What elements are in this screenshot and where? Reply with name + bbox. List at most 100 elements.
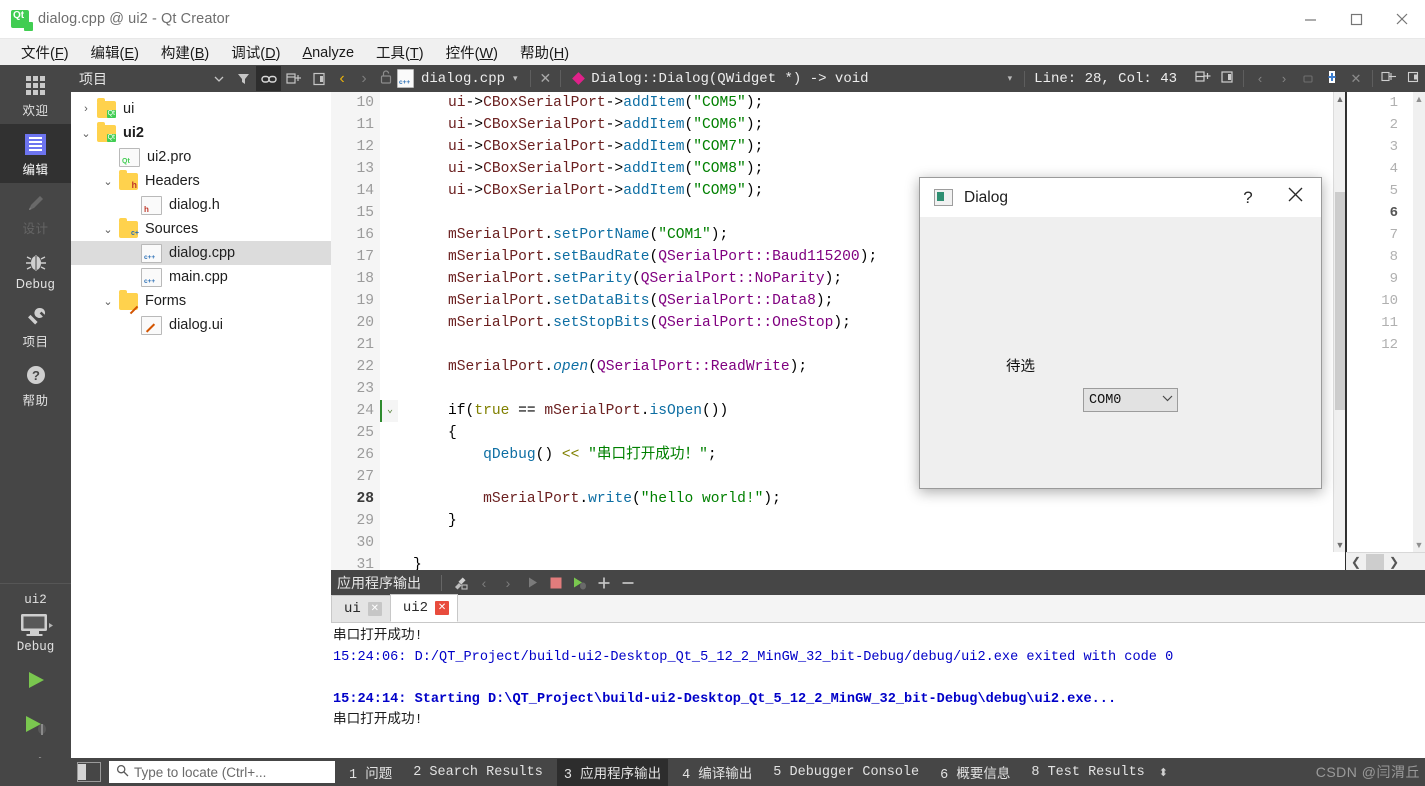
- split-nav-forward-icon[interactable]: ›: [1272, 71, 1296, 86]
- secondary-pane-scrollbar[interactable]: ▲ ▼: [1413, 92, 1425, 552]
- menu-help[interactable]: 帮助(H): [509, 40, 580, 65]
- tree-item-ui[interactable]: › ui: [71, 97, 331, 121]
- split-horizontal-icon[interactable]: [1191, 70, 1215, 87]
- statusbar-item-5[interactable]: 5 Debugger Console: [766, 762, 926, 783]
- close-split-icon[interactable]: [1215, 70, 1239, 87]
- split-close-icon-2[interactable]: [1401, 71, 1425, 86]
- filter-icon[interactable]: [231, 66, 256, 91]
- hscrollbar-thumb[interactable]: [1366, 554, 1384, 570]
- chevron-down-icon[interactable]: ⌄: [75, 127, 97, 140]
- secondary-editor-pane[interactable]: 1 2 3 4 5 6 7 8 9 10 11 12 ▲ ▼: [1346, 92, 1425, 570]
- tree-item-headers[interactable]: ⌄ Headers: [71, 169, 331, 193]
- statusbar-item-8[interactable]: 8 Test Results: [1024, 762, 1151, 783]
- chevron-down-icon[interactable]: [206, 66, 231, 91]
- tree-item-forms[interactable]: ⌄ Forms: [71, 289, 331, 313]
- run-debug-icon[interactable]: [568, 572, 592, 594]
- tree-item-dialog-cpp[interactable]: dialog.cpp: [71, 241, 331, 265]
- tree-item-main-cpp[interactable]: main.cpp: [71, 265, 331, 289]
- fold-marker-icon[interactable]: ⌄: [380, 400, 398, 422]
- minimize-button[interactable]: [1287, 0, 1333, 38]
- mode-help[interactable]: ? 帮助: [0, 355, 71, 414]
- code-line[interactable]: 31}: [331, 554, 1345, 570]
- tree-item-ui2[interactable]: ⌄ ui2: [71, 121, 331, 145]
- split-add-icon[interactable]: [1320, 70, 1344, 87]
- menu-build[interactable]: 构建(B): [150, 40, 220, 65]
- menu-tools[interactable]: 工具(T): [365, 40, 435, 65]
- output-tab-ui[interactable]: ui ✕: [331, 595, 391, 622]
- menu-widgets[interactable]: 控件(W): [435, 40, 509, 65]
- statusbar-item-3[interactable]: 3 应用程序输出: [556, 758, 669, 786]
- code-line[interactable]: 11 ui->CBoxSerialPort->addItem("COM6");: [331, 114, 1345, 136]
- code-line[interactable]: 30: [331, 532, 1345, 554]
- split-lock-icon[interactable]: [1296, 71, 1320, 86]
- mode-projects[interactable]: 项目: [0, 296, 71, 355]
- scroll-right-icon[interactable]: ❯: [1384, 555, 1404, 569]
- editor-filename[interactable]: dialog.cpp: [421, 71, 505, 87]
- collapse-all-icon[interactable]: [281, 66, 306, 91]
- serial-port-combobox[interactable]: COM0: [1083, 388, 1178, 412]
- dialog-close-button[interactable]: [1269, 186, 1321, 209]
- chevron-right-icon[interactable]: ›: [75, 103, 97, 115]
- output-tab-ui2[interactable]: ui2 ✕: [389, 594, 459, 622]
- sidebar-toggle-icon[interactable]: [77, 762, 101, 782]
- split-nav-back-icon[interactable]: ‹: [1248, 71, 1272, 86]
- statusbar-item-1[interactable]: 1 问题: [342, 759, 399, 786]
- code-line[interactable]: 28 mSerialPort.write("hello world!");: [331, 488, 1345, 510]
- menu-analyze[interactable]: Analyze: [291, 43, 365, 63]
- sync-with-editor-icon[interactable]: [306, 66, 331, 91]
- split-close-icon[interactable]: ✕: [1344, 71, 1368, 87]
- play-icon[interactable]: [520, 572, 544, 594]
- stop-icon[interactable]: [544, 572, 568, 594]
- code-line[interactable]: 10 ui->CBoxSerialPort->addItem("COM5");: [331, 92, 1345, 114]
- mode-design[interactable]: 设计: [0, 183, 71, 242]
- statusbar-item-4[interactable]: 4 编译输出: [675, 759, 759, 786]
- zoom-in-icon[interactable]: [592, 572, 616, 594]
- symbol-dropdown-icon[interactable]: ▾: [1008, 73, 1013, 84]
- menu-edit[interactable]: 编辑(E): [80, 40, 150, 65]
- project-tree[interactable]: › ui ⌄ ui2ui2.pro ⌄ Headers dialog.h ⌄ Sources di…: [71, 92, 331, 337]
- maximize-button[interactable]: [1333, 0, 1379, 38]
- output-text-area[interactable]: 串口打开成功! 15:24:06: D:/QT_Project/build-ui2…: [331, 623, 1425, 731]
- line-col-indicator[interactable]: Line: 28, Col: 43: [1024, 70, 1177, 87]
- code-line[interactable]: 29 }: [331, 510, 1345, 532]
- tree-item-dialog-h[interactable]: dialog.h: [71, 193, 331, 217]
- close-button[interactable]: [1379, 0, 1425, 38]
- scrollbar-thumb[interactable]: [1335, 192, 1345, 410]
- close-icon[interactable]: ✕: [435, 601, 450, 615]
- next-item-icon[interactable]: ›: [496, 572, 520, 594]
- close-document-icon[interactable]: ✕: [535, 70, 557, 87]
- secondary-pane-hscrollbar[interactable]: ❮ ❯: [1346, 552, 1425, 571]
- file-dropdown-icon[interactable]: ▾: [513, 73, 518, 84]
- split-view-icon-2[interactable]: [1377, 71, 1401, 86]
- nav-forward-icon[interactable]: ›: [353, 70, 375, 88]
- prev-item-icon[interactable]: ‹: [472, 572, 496, 594]
- chevron-down-icon[interactable]: ⌄: [97, 295, 119, 308]
- dialog-window[interactable]: Dialog ? 待选 COM0: [919, 177, 1322, 489]
- statusbar-item-6[interactable]: 6 概要信息: [933, 759, 1017, 786]
- close-icon[interactable]: ✕: [367, 602, 382, 616]
- lock-open-icon[interactable]: [375, 70, 397, 87]
- link-icon[interactable]: [256, 66, 281, 91]
- zoom-out-icon[interactable]: [616, 572, 640, 594]
- scroll-up-icon[interactable]: ▲: [1413, 92, 1425, 106]
- search-input[interactable]: Type to locate (Ctrl+...: [109, 761, 335, 783]
- chevron-down-icon[interactable]: ⌄: [97, 175, 119, 188]
- debug-run-button[interactable]: [19, 711, 53, 742]
- tree-item-sources[interactable]: ⌄ Sources: [71, 217, 331, 241]
- statusbar-item-2[interactable]: 2 Search Results: [406, 762, 550, 783]
- menu-debug[interactable]: 调试(D): [220, 40, 291, 65]
- scroll-down-icon[interactable]: ▼: [1413, 538, 1425, 552]
- mode-edit[interactable]: 编辑: [0, 124, 71, 183]
- mode-welcome[interactable]: 欢迎: [0, 65, 71, 124]
- code-line[interactable]: 12 ui->CBoxSerialPort->addItem("COM7");: [331, 136, 1345, 158]
- output-pane-selector-icon[interactable]: ⬍: [1159, 766, 1168, 779]
- scroll-left-icon[interactable]: ❮: [1346, 555, 1366, 569]
- menu-file[interactable]: 文件(F): [10, 40, 80, 65]
- clear-output-icon[interactable]: [448, 572, 472, 594]
- tree-item-ui2-pro[interactable]: ui2.pro: [71, 145, 331, 169]
- dialog-help-button[interactable]: ?: [1227, 188, 1269, 208]
- nav-back-icon[interactable]: ‹: [331, 70, 353, 88]
- editor-symbol-name[interactable]: Dialog::Dialog(QWidget *) -> void: [591, 71, 868, 87]
- tree-item-dialog-ui[interactable]: dialog.ui: [71, 313, 331, 337]
- kit-selector[interactable]: ui2 Debug: [0, 583, 71, 786]
